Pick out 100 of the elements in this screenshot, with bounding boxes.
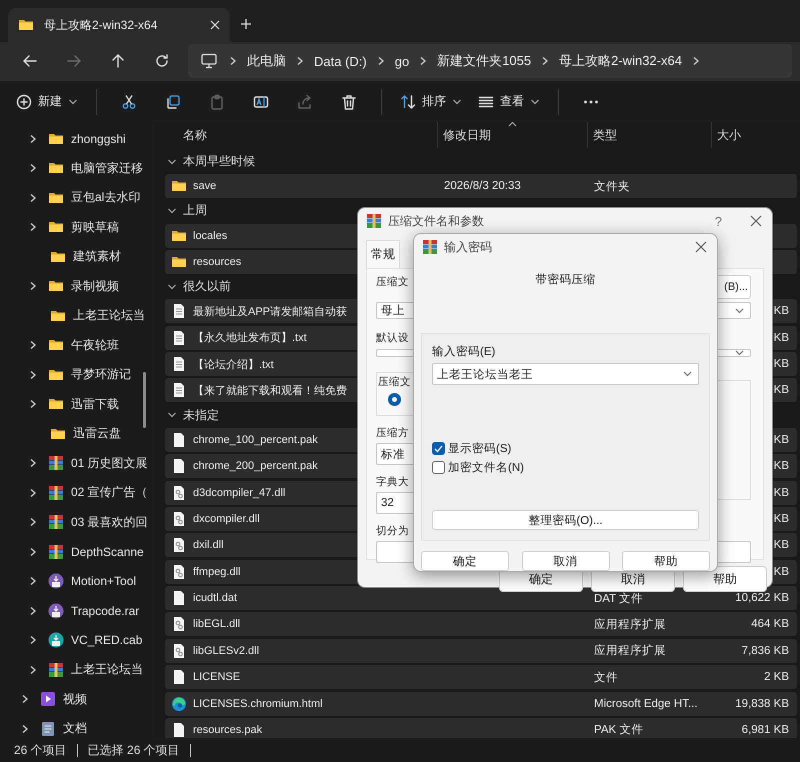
sort-button[interactable]: 排序 <box>392 86 470 118</box>
view-button[interactable]: 查看 <box>470 86 548 118</box>
breadcrumb-item[interactable]: go <box>386 54 418 68</box>
add-icon <box>16 94 32 110</box>
sidebar-item[interactable]: 02 宣传广告（ <box>0 478 155 508</box>
text-file-icon <box>171 330 187 346</box>
file-row[interactable]: libGLESv2.dll 应用程序扩展 7,836 KB <box>165 638 797 663</box>
file-name: libGLESv2.dll <box>193 644 260 657</box>
sidebar-item[interactable]: VC_RED.cab <box>0 626 155 655</box>
column-header[interactable]: 修改日期 <box>443 126 491 144</box>
checkbox-label: 加密文件名(N) <box>448 460 524 476</box>
file-icon <box>171 669 187 686</box>
column-header[interactable]: 大小 <box>717 126 741 144</box>
help-button[interactable]: ? <box>714 214 722 228</box>
file-size: KB <box>774 358 789 370</box>
file-name: save <box>193 180 216 192</box>
sidebar-item[interactable]: 录制视频 <box>0 272 155 301</box>
dropdown-caret-icon <box>735 350 744 356</box>
archive-icon <box>48 514 64 530</box>
text-file-icon <box>171 303 187 320</box>
sidebar-item[interactable]: 建筑素材 <box>0 242 155 272</box>
password-field[interactable]: 上老王论坛当老王 <box>432 363 699 386</box>
file-size: KB <box>774 460 789 472</box>
close-icon[interactable] <box>750 215 762 227</box>
file-row[interactable]: libEGL.dll 应用程序扩展 464 KB <box>165 612 797 636</box>
file-row[interactable]: LICENSES.chromium.html Microsoft Edge HT... 19,838 KB <box>165 692 797 716</box>
sidebar-item[interactable]: 文档 <box>0 714 155 738</box>
checkbox[interactable] <box>432 461 445 474</box>
tab[interactable]: 母上攻略2-win32-x64 <box>8 8 230 42</box>
close-icon[interactable] <box>695 241 707 253</box>
sidebar-item[interactable]: 上老王论坛当 <box>0 655 155 684</box>
organize-button[interactable]: 整理密码(O)... <box>432 510 699 530</box>
file-row[interactable]: LICENSE 文件 2 KB <box>165 665 797 690</box>
checkbox[interactable] <box>432 442 445 456</box>
document-icon <box>40 720 56 737</box>
sidebar-item[interactable]: 上老王论坛当 <box>0 301 155 330</box>
file-name: chrome_100_percent.pak <box>193 434 318 446</box>
sidebar-item[interactable]: 午夜轮班 <box>0 330 155 360</box>
file-size: KB <box>774 332 789 344</box>
file-row[interactable]: save 2026/8/3 20:33 文件夹 <box>165 174 797 198</box>
browse-button[interactable]: (B)... <box>715 275 751 299</box>
file-name: ffmpeg.dll <box>193 566 240 578</box>
scrollbar-thumb[interactable] <box>143 372 146 428</box>
sidebar-item[interactable]: DepthScanne <box>0 537 155 566</box>
file-size: KB <box>774 384 789 396</box>
dialog-title: 压缩文件名和参数 <box>388 212 485 230</box>
sidebar-item[interactable]: 视频 <box>0 684 155 714</box>
group-header[interactable]: 本周早些时候 <box>163 150 261 173</box>
sidebar-item[interactable]: 剪映草稿 <box>0 212 155 242</box>
file-type: DAT 文件 <box>594 592 644 605</box>
status-text: 已选择 26 个项目 <box>88 742 180 758</box>
sidebar-item[interactable]: 迅雷云盘 <box>0 419 155 448</box>
sidebar-item[interactable]: 01 历史图文展 <box>0 448 155 478</box>
group-label: 压缩文 <box>378 375 411 389</box>
sidebar-item[interactable]: Trapcode.rar <box>0 596 155 626</box>
sidebar-item[interactable]: Motion+Tool <box>0 566 155 596</box>
chevron-icon <box>530 96 540 106</box>
field-label: 字典大 <box>376 475 409 489</box>
field-label: 压缩文 <box>376 275 409 289</box>
sidebar-item[interactable]: 03 最喜欢的回 <box>0 508 155 537</box>
dialog-button[interactable]: 确定 <box>421 551 509 571</box>
file-size: 7,836 KB <box>742 644 789 657</box>
breadcrumb-item[interactable]: 新建文件夹1055 <box>428 52 540 70</box>
file-name: dxil.dll <box>193 539 224 552</box>
sidebar-item[interactable]: 迅雷下载 <box>0 390 155 419</box>
chevron-icon <box>418 56 428 66</box>
new-button[interactable]: 新建 <box>8 86 86 118</box>
dropdown-caret-icon <box>735 308 744 314</box>
file-icon <box>171 458 187 474</box>
radio-button[interactable] <box>388 393 401 406</box>
column-header[interactable]: 类型 <box>593 126 617 144</box>
group-header[interactable]: 很久以前 <box>163 275 237 298</box>
dialog-button[interactable]: 取消 <box>522 551 610 571</box>
sidebar-item[interactable]: 豆包al去水印 <box>0 183 155 212</box>
gear-file-icon <box>171 616 187 632</box>
sidebar-item[interactable]: 电脑管家迁移 <box>0 154 155 183</box>
sort-icon <box>400 94 416 110</box>
group-header[interactable]: 未指定 <box>163 404 225 427</box>
breadcrumb-item[interactable]: Data (D:) <box>305 54 376 68</box>
column-header[interactable]: 名称 <box>183 126 207 144</box>
breadcrumb-item[interactable]: 母上攻略2-win32-x64 <box>550 52 691 70</box>
dialog-heading: 带密码压缩 <box>536 274 596 286</box>
breadcrumb-item[interactable]: 此电脑 <box>238 52 295 70</box>
group-header[interactable]: 上周 <box>163 199 213 222</box>
archive-icon <box>366 213 382 229</box>
dialog-button[interactable]: 帮助 <box>622 551 710 571</box>
gear-file-icon <box>171 537 187 554</box>
sidebar-item[interactable]: zhonggshi <box>0 124 155 154</box>
tab[interactable]: 常规 <box>366 240 400 268</box>
paste-icon <box>209 94 225 110</box>
package-icon <box>48 602 64 619</box>
new-tab-icon[interactable] <box>240 18 252 30</box>
file-name: libEGL.dll <box>193 618 240 630</box>
address-bar[interactable]: 此电脑 Data (D:) go 新建文件夹1055 母上攻略2-win32-x64 <box>188 44 792 78</box>
share-icon <box>297 94 313 110</box>
sidebar-item[interactable]: 寻梦环游记 <box>0 360 155 390</box>
dialog-button[interactable]: 帮助 <box>683 566 767 592</box>
file-row[interactable]: resources.pak PAK 文件 6,981 KB <box>165 718 797 738</box>
chevron-icon <box>228 56 238 66</box>
file-name: icudtl.dat <box>193 592 238 604</box>
